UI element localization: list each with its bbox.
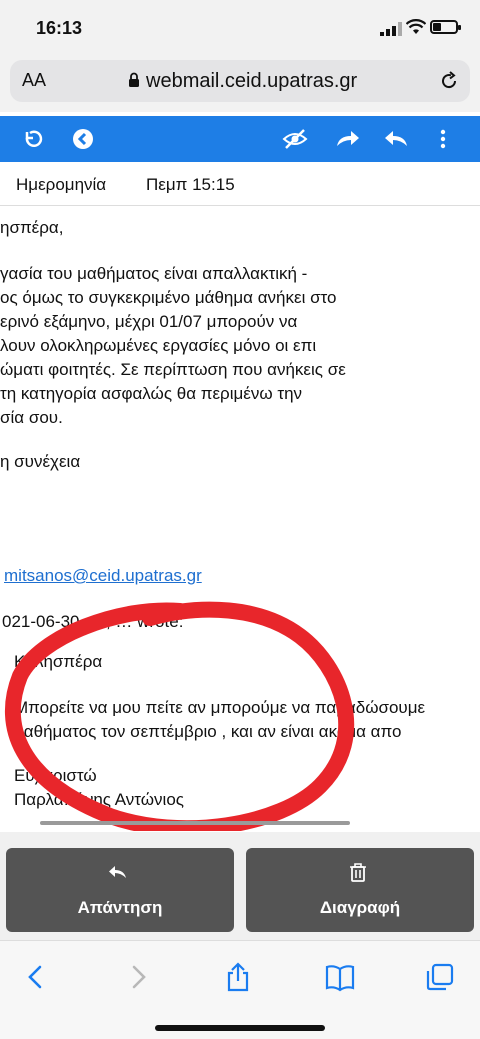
body-line: τη κατηγορία ασφαλώς θα περιμένω την [0,384,303,403]
quote-line: Καλησπέρα [14,652,103,671]
status-time: 16:13 [36,18,83,38]
quote-line: μαθήματος τον σεπτέμβριο , και αν είναι … [14,722,402,741]
body-line: γασία του μαθήματος είναι απαλλακτική - [0,264,308,283]
message-actions: Απάντηση Διαγραφή [0,832,480,940]
battery-icon [430,20,461,34]
body-line: ερινό εξάμηνο, μέχρι 01/07 μπορούν να [0,312,298,331]
message-body: ησπέρα, γασία του μαθήματος είναι απαλλα… [0,206,480,831]
body-line: ος όμως το συγκεκριμένο μάθημα ανήκει στ… [0,288,337,307]
tabs-icon[interactable] [424,961,456,993]
body-line: λουν ολοκληρωμένες εργασίες μόνο οι επι [0,336,317,355]
reload-icon[interactable] [438,70,460,92]
browser-forward-icon[interactable] [122,961,154,993]
reply-icon [109,866,126,878]
forward-button[interactable] [332,124,362,154]
share-icon[interactable] [222,961,254,993]
mail-toolbar [0,116,480,162]
reply-arrow-icon [385,131,407,146]
delete-action-button[interactable]: Διαγραφή [246,848,474,932]
eye-slash-icon [282,129,308,149]
back-to-list-button[interactable] [18,124,48,154]
wifi-icon [406,19,426,34]
reply-action-button[interactable]: Απάντηση [6,848,234,932]
circle-chevron-left-icon [73,129,93,149]
browser-url-area: AA webmail.ceid.upatras.gr [0,52,480,112]
message-header-date: Ημερομηνία Πεμπ 15:15 [0,162,480,206]
undo-arrow-icon [25,130,43,147]
reply-button[interactable] [382,124,412,154]
body-line: η συνέχεια [0,452,81,471]
body-line: σία σου. [0,408,63,427]
url-text[interactable]: webmail.ceid.upatras.gr [146,70,357,93]
status-bar: 16:13 [0,0,480,52]
text-size-button[interactable]: AA [22,70,46,91]
body-line: ησπέρα, [0,218,64,237]
home-indicator [155,1025,325,1031]
horizontal-scrollbar[interactable] [40,821,350,825]
cellular-signal-icon [380,22,402,36]
email-link[interactable]: mitsanos@ceid.upatras.gr [4,566,202,586]
browser-back-icon[interactable] [20,961,52,993]
browser-bottom-bar [0,940,480,1039]
quote-line: Παρλαπάνης Αντώνιος [14,790,184,809]
hide-images-button[interactable] [280,124,310,154]
reply-action-label: Απάντηση [77,898,163,917]
url-bar[interactable]: AA webmail.ceid.upatras.gr [10,60,470,102]
quote-line: Μπορείτε να μου πείτε αν μπορούμε να παρ… [14,698,426,717]
bookmarks-icon[interactable] [324,961,356,993]
quote-line: Ευχαριστώ [14,766,97,785]
lock-icon [129,72,139,87]
date-value: Πεμπ 15:15 [146,175,235,194]
trash-icon [350,863,366,882]
forward-arrow-icon [337,131,359,146]
vertical-dots-icon [440,129,446,149]
previous-message-button[interactable] [68,124,98,154]
body-line: ώματι φοιτητές. Σε περίπτωση που ανήκεις… [0,360,346,379]
more-options-button[interactable] [428,124,458,154]
date-label: Ημερομηνία [16,175,107,194]
quote-header: 021-06-30 … , … wrote: [2,612,184,631]
delete-action-label: Διαγραφή [319,898,401,917]
